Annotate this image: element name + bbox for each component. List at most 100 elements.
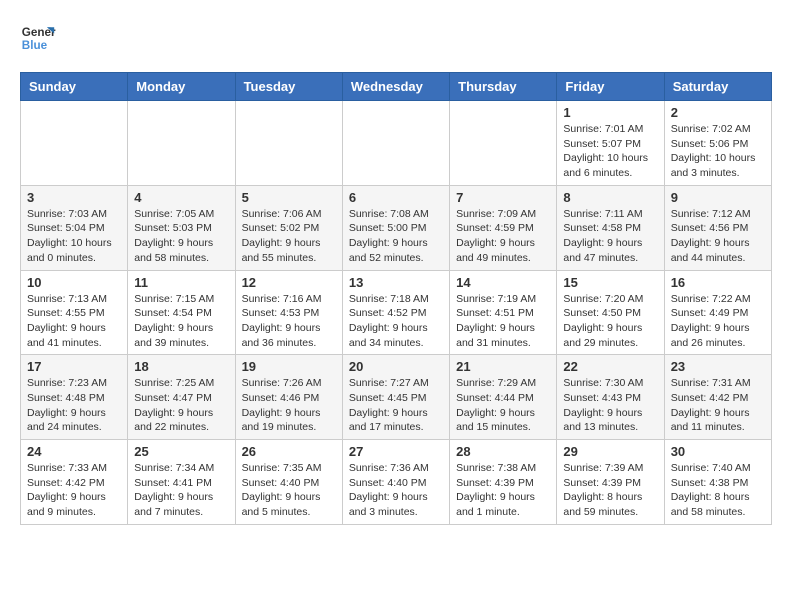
calendar-day-cell [342, 101, 449, 186]
calendar-day-cell: 4 Sunrise: 7:05 AM Sunset: 5:03 PM Daylig… [128, 185, 235, 270]
day-info: Sunrise: 7:02 AM Sunset: 5:06 PM Dayligh… [671, 122, 765, 181]
day-info: Sunrise: 7:19 AM Sunset: 4:51 PM Dayligh… [456, 292, 550, 351]
calendar-day-cell: 17 Sunrise: 7:23 AM Sunset: 4:48 PM Dayli… [21, 355, 128, 440]
calendar-day-cell [128, 101, 235, 186]
calendar-week-row: 17 Sunrise: 7:23 AM Sunset: 4:48 PM Dayli… [21, 355, 772, 440]
calendar-day-cell: 28 Sunrise: 7:38 AM Sunset: 4:39 PM Dayli… [450, 440, 557, 525]
day-info: Sunrise: 7:11 AM Sunset: 4:58 PM Dayligh… [563, 207, 657, 266]
calendar-day-cell: 26 Sunrise: 7:35 AM Sunset: 4:40 PM Dayli… [235, 440, 342, 525]
day-info: Sunrise: 7:16 AM Sunset: 4:53 PM Dayligh… [242, 292, 336, 351]
weekday-header-cell: Sunday [21, 73, 128, 101]
day-number: 3 [27, 190, 121, 205]
day-number: 26 [242, 444, 336, 459]
day-info: Sunrise: 7:29 AM Sunset: 4:44 PM Dayligh… [456, 376, 550, 435]
calendar-day-cell: 25Sunrise: 7:34 AM Sunset: 4:41 PM Dayli… [128, 440, 235, 525]
day-number: 21 [456, 359, 550, 374]
day-number: 14 [456, 275, 550, 290]
day-info: Sunrise: 7:18 AM Sunset: 4:52 PM Dayligh… [349, 292, 443, 351]
day-info: Sunrise: 7:25 AM Sunset: 4:47 PM Dayligh… [134, 376, 228, 435]
day-number: 30 [671, 444, 765, 459]
weekday-header-cell: Thursday [450, 73, 557, 101]
weekday-header-cell: Friday [557, 73, 664, 101]
calendar-day-cell: 6 Sunrise: 7:08 AM Sunset: 5:00 PM Daylig… [342, 185, 449, 270]
calendar-week-row: 10 Sunrise: 7:13 AM Sunset: 4:55 PM Dayli… [21, 270, 772, 355]
calendar-day-cell [235, 101, 342, 186]
calendar-day-cell: 16 Sunrise: 7:22 AM Sunset: 4:49 PM Dayli… [664, 270, 771, 355]
day-info: Sunrise: 7:38 AM Sunset: 4:39 PM Dayligh… [456, 461, 550, 520]
day-number: 27 [349, 444, 443, 459]
calendar-day-cell: 1 Sunrise: 7:01 AM Sunset: 5:07 PM Daylig… [557, 101, 664, 186]
day-number: 1 [563, 105, 657, 120]
day-number: 29 [563, 444, 657, 459]
day-info: Sunrise: 7:22 AM Sunset: 4:49 PM Dayligh… [671, 292, 765, 351]
calendar-day-cell: 21 Sunrise: 7:29 AM Sunset: 4:44 PM Dayli… [450, 355, 557, 440]
calendar-week-row: 24 Sunrise: 7:33 AM Sunset: 4:42 PM Dayli… [21, 440, 772, 525]
calendar-table: SundayMondayTuesdayWednesdayThursdayFrid… [20, 72, 772, 525]
calendar-day-cell: 2 Sunrise: 7:02 AM Sunset: 5:06 PM Daylig… [664, 101, 771, 186]
day-info: Sunrise: 7:26 AM Sunset: 4:46 PM Dayligh… [242, 376, 336, 435]
day-number: 16 [671, 275, 765, 290]
day-info: Sunrise: 7:31 AM Sunset: 4:42 PM Dayligh… [671, 376, 765, 435]
day-info: Sunrise: 7:08 AM Sunset: 5:00 PM Dayligh… [349, 207, 443, 266]
day-info: Sunrise: 7:33 AM Sunset: 4:42 PM Dayligh… [27, 461, 121, 520]
day-number: 11 [134, 275, 228, 290]
day-info: Sunrise: 7:01 AM Sunset: 5:07 PM Dayligh… [563, 122, 657, 181]
day-info: Sunrise: 7:39 AM Sunset: 4:39 PM Dayligh… [563, 461, 657, 520]
calendar-day-cell: 14 Sunrise: 7:19 AM Sunset: 4:51 PM Dayli… [450, 270, 557, 355]
day-number: 23 [671, 359, 765, 374]
calendar-body: 1 Sunrise: 7:01 AM Sunset: 5:07 PM Daylig… [21, 101, 772, 525]
calendar-day-cell: 19 Sunrise: 7:26 AM Sunset: 4:46 PM Dayli… [235, 355, 342, 440]
day-number: 24 [27, 444, 121, 459]
calendar-day-cell: 20 Sunrise: 7:27 AM Sunset: 4:45 PM Dayli… [342, 355, 449, 440]
day-number: 18 [134, 359, 228, 374]
day-info: Sunrise: 7:12 AM Sunset: 4:56 PM Dayligh… [671, 207, 765, 266]
day-info: Sunrise: 7:13 AM Sunset: 4:55 PM Dayligh… [27, 292, 121, 351]
day-info: Sunrise: 7:35 AM Sunset: 4:40 PM Dayligh… [242, 461, 336, 520]
weekday-header-row: SundayMondayTuesdayWednesdayThursdayFrid… [21, 73, 772, 101]
svg-text:Blue: Blue [22, 39, 48, 52]
day-number: 19 [242, 359, 336, 374]
logo: General Blue [20, 20, 62, 56]
weekday-header-cell: Wednesday [342, 73, 449, 101]
calendar-day-cell: 30 Sunrise: 7:40 AM Sunset: 4:38 PM Dayli… [664, 440, 771, 525]
calendar-day-cell: 8 Sunrise: 7:11 AM Sunset: 4:58 PM Daylig… [557, 185, 664, 270]
page-header: General Blue [20, 20, 772, 56]
day-info: Sunrise: 7:05 AM Sunset: 5:03 PM Dayligh… [134, 207, 228, 266]
calendar-day-cell: 11 Sunrise: 7:15 AM Sunset: 4:54 PM Dayli… [128, 270, 235, 355]
calendar-week-row: 3Sunrise: 7:03 AM Sunset: 5:04 PM Daylig… [21, 185, 772, 270]
day-number: 8 [563, 190, 657, 205]
day-number: 7 [456, 190, 550, 205]
day-number: 6 [349, 190, 443, 205]
weekday-header-cell: Saturday [664, 73, 771, 101]
calendar-day-cell [21, 101, 128, 186]
day-number: 13 [349, 275, 443, 290]
day-info: Sunrise: 7:30 AM Sunset: 4:43 PM Dayligh… [563, 376, 657, 435]
day-number: 15 [563, 275, 657, 290]
day-info: Sunrise: 7:09 AM Sunset: 4:59 PM Dayligh… [456, 207, 550, 266]
day-number: 2 [671, 105, 765, 120]
day-info: Sunrise: 7:27 AM Sunset: 4:45 PM Dayligh… [349, 376, 443, 435]
day-info: Sunrise: 7:23 AM Sunset: 4:48 PM Dayligh… [27, 376, 121, 435]
calendar-day-cell: 29 Sunrise: 7:39 AM Sunset: 4:39 PM Dayli… [557, 440, 664, 525]
day-number: 12 [242, 275, 336, 290]
day-number: 10 [27, 275, 121, 290]
weekday-header-cell: Monday [128, 73, 235, 101]
day-number: 4 [134, 190, 228, 205]
day-number: 17 [27, 359, 121, 374]
calendar-day-cell: 15Sunrise: 7:20 AM Sunset: 4:50 PM Dayli… [557, 270, 664, 355]
day-number: 22 [563, 359, 657, 374]
calendar-week-row: 1 Sunrise: 7:01 AM Sunset: 5:07 PM Daylig… [21, 101, 772, 186]
calendar-day-cell: 10 Sunrise: 7:13 AM Sunset: 4:55 PM Dayli… [21, 270, 128, 355]
day-info: Sunrise: 7:06 AM Sunset: 5:02 PM Dayligh… [242, 207, 336, 266]
calendar-day-cell: 9 Sunrise: 7:12 AM Sunset: 4:56 PM Daylig… [664, 185, 771, 270]
calendar-day-cell: 23 Sunrise: 7:31 AM Sunset: 4:42 PM Dayli… [664, 355, 771, 440]
calendar-day-cell: 24 Sunrise: 7:33 AM Sunset: 4:42 PM Dayli… [21, 440, 128, 525]
weekday-header-cell: Tuesday [235, 73, 342, 101]
calendar-day-cell: 5Sunrise: 7:06 AM Sunset: 5:02 PM Daylig… [235, 185, 342, 270]
day-number: 9 [671, 190, 765, 205]
day-info: Sunrise: 7:36 AM Sunset: 4:40 PM Dayligh… [349, 461, 443, 520]
day-info: Sunrise: 7:40 AM Sunset: 4:38 PM Dayligh… [671, 461, 765, 520]
day-number: 20 [349, 359, 443, 374]
day-info: Sunrise: 7:15 AM Sunset: 4:54 PM Dayligh… [134, 292, 228, 351]
day-number: 28 [456, 444, 550, 459]
